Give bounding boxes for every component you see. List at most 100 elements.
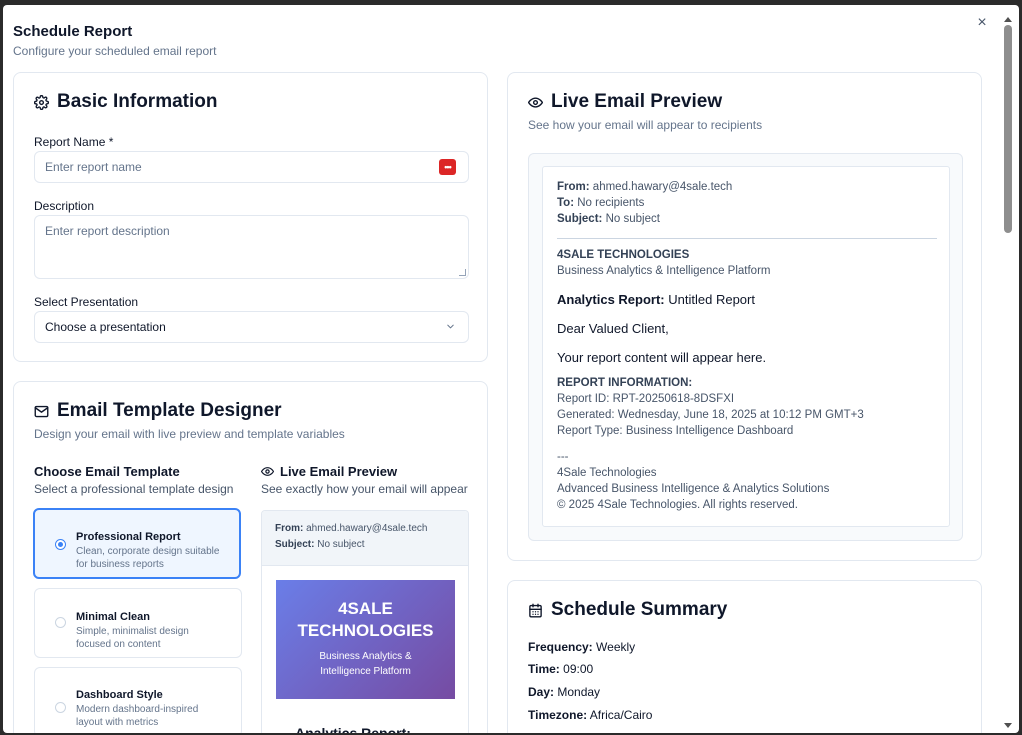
live-preview-title: Live Email Preview: [551, 91, 723, 112]
report-name-placeholder: Enter report name: [45, 160, 142, 174]
banner-sub-1: Business Analytics &: [319, 651, 412, 662]
email-to-label: To:: [557, 197, 575, 209]
email-preview-frame: From: ahmed.hawary@4sale.tech To: No rec…: [528, 153, 963, 541]
banner-sub-2: Intelligence Platform: [320, 666, 411, 677]
designer-subtitle: Design your email with live preview and …: [34, 427, 345, 441]
email-subject-label: Subject:: [557, 213, 603, 225]
presentation-label: Select Presentation: [34, 295, 139, 309]
email-template-designer-card: Email Template Designer Design your emai…: [13, 381, 488, 733]
email-greeting: Dear Valued Client,: [557, 321, 669, 336]
timezone-value: Africa/Cairo: [589, 708, 653, 722]
summary-header: Schedule Summary: [528, 599, 727, 621]
frequency-label: Frequency:: [528, 640, 593, 654]
mini-from: From: ahmed.hawary@4sale.tech: [275, 523, 427, 534]
designer-title: Email Template Designer: [57, 400, 282, 421]
email-divider: [557, 238, 937, 239]
password-manager-icon[interactable]: •••: [439, 159, 456, 175]
email-report-id: Report ID: RPT-20250618-8DSFXI: [557, 393, 735, 405]
close-icon[interactable]: ×: [974, 15, 990, 31]
mini-subject-value: No subject: [317, 539, 365, 550]
email-company: 4SALE TECHNOLOGIES: [557, 249, 690, 261]
day-label: Day:: [528, 685, 555, 699]
mini-email-banner: 4SALE TECHNOLOGIES Business Analytics & …: [276, 580, 455, 699]
scroll-up-arrow-icon[interactable]: [1004, 17, 1012, 22]
live-preview-header: Live Email Preview: [528, 91, 722, 113]
designer-header: Email Template Designer: [34, 400, 282, 422]
email-content: Your report content will appear here.: [557, 350, 767, 365]
mini-preview-title-text: Live Email Preview: [280, 464, 398, 479]
calendar-icon: [529, 603, 542, 617]
email-to: To: No recipients: [557, 197, 644, 209]
banner-line-1: 4SALE: [338, 599, 393, 618]
eye-icon: [528, 96, 543, 108]
presentation-select-value: Choose a presentation: [45, 320, 166, 334]
template-name: Dashboard Style: [76, 689, 163, 701]
template-name: Minimal Clean: [76, 611, 150, 623]
basic-information-card: Basic Information Report Name * Enter re…: [13, 72, 488, 362]
schedule-report-dialog: Schedule Report Configure your scheduled…: [3, 5, 1019, 733]
mini-report-title: Analytics Report:: [295, 725, 411, 733]
email-footer-company: 4Sale Technologies: [557, 467, 657, 479]
scroll-down-arrow-icon[interactable]: [1004, 723, 1012, 728]
template-name: Professional Report: [76, 531, 181, 543]
eye-icon: [261, 467, 274, 476]
dialog-scrollbar[interactable]: [1001, 17, 1015, 731]
email-info-heading: REPORT INFORMATION:: [557, 377, 693, 389]
timezone-label: Timezone:: [528, 708, 588, 722]
email-from: From: ahmed.hawary@4sale.tech: [557, 181, 732, 193]
frequency-value: Weekly: [596, 640, 636, 654]
mini-from-label: From:: [275, 523, 304, 534]
choose-template-title: Choose Email Template: [34, 464, 180, 479]
mini-subject: Subject: No subject: [275, 539, 364, 550]
template-option-professional[interactable]: Professional Report Clean, corporate des…: [33, 508, 241, 579]
choose-template-subtitle: Select a professional template design: [34, 482, 234, 496]
email-to-value: No recipients: [577, 197, 645, 209]
email-report-label: Analytics Report:: [557, 292, 665, 307]
email-footer-tagline: Advanced Business Intelligence & Analyti…: [557, 483, 830, 495]
email-from-label: From:: [557, 181, 590, 193]
schedule-summary-card: Schedule Summary Frequency: Weekly Time:…: [507, 580, 982, 733]
report-name-input[interactable]: Enter report name •••: [34, 151, 469, 183]
email-report-type: Report Type: Business Intelligence Dashb…: [557, 425, 794, 437]
report-name-label: Report Name *: [34, 135, 114, 149]
email-subject: Subject: No subject: [557, 213, 660, 225]
basic-information-title: Basic Information: [57, 91, 218, 112]
template-description: Clean, corporate design suitable for bus…: [76, 546, 220, 570]
template-option-minimal[interactable]: Minimal Clean Simple, minimalist design …: [34, 588, 242, 658]
presentation-select[interactable]: Choose a presentation: [34, 311, 469, 343]
gear-icon: [34, 94, 49, 110]
template-radio-dashboard[interactable]: [55, 702, 66, 713]
email-report-title: Analytics Report: Untitled Report: [557, 292, 755, 307]
chevron-down-icon: [447, 324, 454, 329]
template-radio-professional[interactable]: [55, 539, 66, 550]
mini-subject-label: Subject:: [275, 539, 315, 550]
time-value: 09:00: [563, 662, 594, 676]
description-textarea[interactable]: Enter report description: [34, 215, 469, 279]
mail-icon: [34, 405, 49, 417]
day-value: Monday: [557, 685, 601, 699]
email-footer-copyright: © 2025 4Sale Technologies. All rights re…: [557, 499, 798, 511]
template-description: Modern dashboard-inspired layout with me…: [76, 704, 199, 728]
email-separator: ---: [557, 451, 569, 463]
summary-timezone: Timezone: Africa/Cairo: [528, 708, 652, 722]
dialog-title: Schedule Report: [13, 23, 133, 40]
email-platform: Business Analytics & Intelligence Platfo…: [557, 265, 771, 277]
summary-time: Time: 09:00: [528, 662, 593, 676]
email-preview-body: From: ahmed.hawary@4sale.tech To: No rec…: [542, 166, 950, 527]
summary-frequency: Frequency: Weekly: [528, 640, 635, 654]
email-subject-value: No subject: [605, 213, 660, 225]
dialog-subtitle: Configure your scheduled email report: [13, 44, 217, 58]
scroll-thumb[interactable]: [1004, 25, 1012, 233]
mini-preview-title: Live Email Preview: [261, 464, 397, 479]
mini-preview-subtitle: See exactly how your email will appear: [261, 482, 468, 496]
live-preview-subtitle: See how your email will appear to recipi…: [528, 118, 763, 132]
description-placeholder: Enter report description: [45, 224, 170, 238]
template-description: Simple, minimalist design focused on con…: [76, 626, 189, 650]
template-radio-minimal[interactable]: [55, 617, 66, 628]
description-label: Description: [34, 199, 95, 213]
mini-from-value: ahmed.hawary@4sale.tech: [306, 523, 428, 534]
template-option-dashboard[interactable]: Dashboard Style Modern dashboard-inspire…: [34, 667, 242, 733]
time-label: Time:: [528, 662, 560, 676]
resize-handle-icon[interactable]: [459, 269, 466, 276]
banner-line-2: TECHNOLOGIES: [297, 621, 434, 640]
